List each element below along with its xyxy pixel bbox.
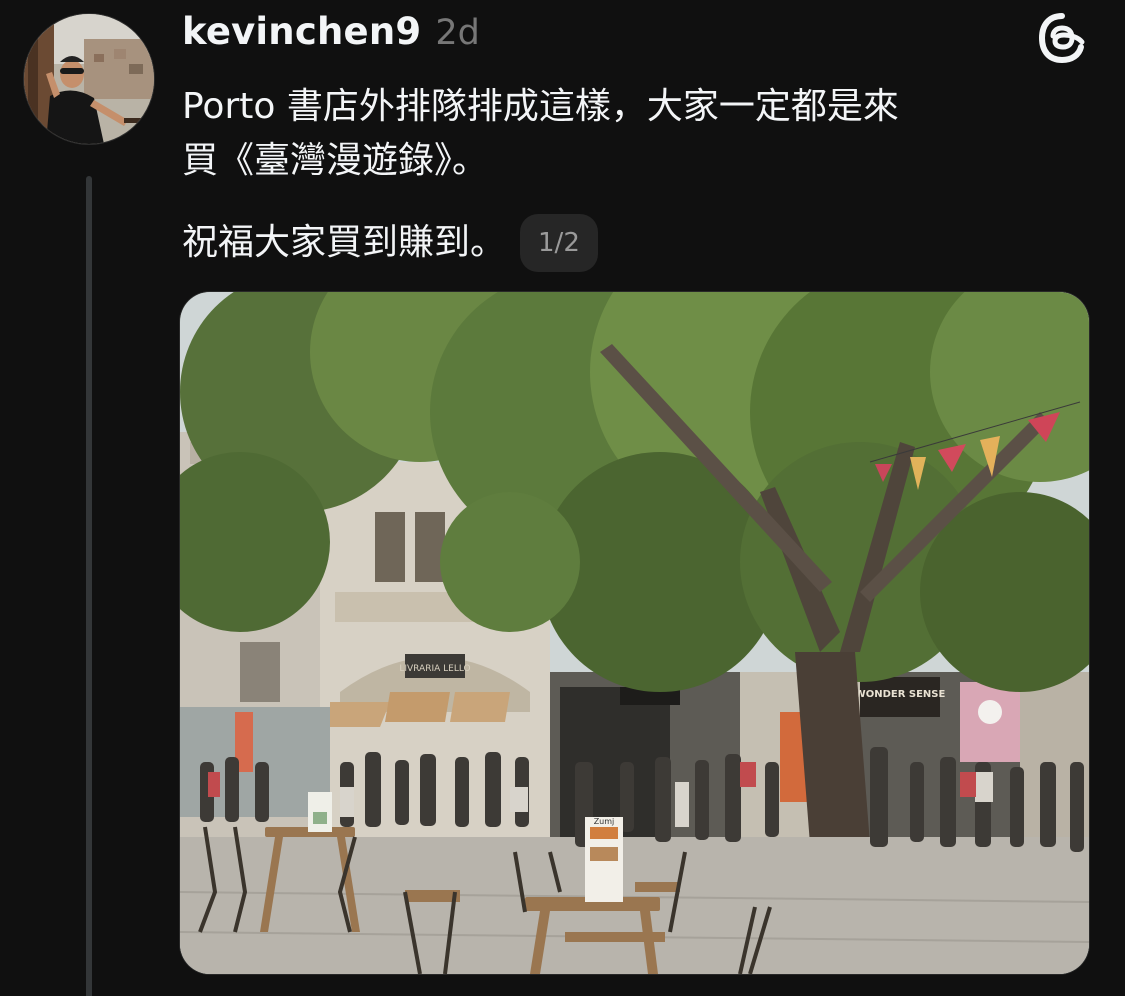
username[interactable]: kevinchen9 — [182, 10, 421, 53]
timestamp[interactable]: 2d — [435, 13, 480, 53]
image-counter-badge: 1/2 — [520, 214, 598, 272]
thread-line — [86, 176, 92, 996]
avatar[interactable] — [24, 14, 154, 144]
threads-logo-icon[interactable] — [1034, 10, 1090, 66]
post-image[interactable]: LIVRARIA LELLO WONDER SENSE Zumj — [180, 292, 1089, 974]
post-text-line-2: 買《臺灣漫遊錄》。 — [182, 140, 489, 181]
post-text-line-1: Porto 書店外排隊排成這樣，大家一定都是來 — [182, 86, 899, 127]
shop-sign-lello: LIVRARIA LELLO — [399, 664, 470, 674]
avatar-image — [24, 14, 154, 144]
menu-board-label: Zumj — [594, 817, 615, 826]
street-scene-photo: LIVRARIA LELLO WONDER SENSE Zumj — [180, 292, 1089, 974]
post-header: kevinchen9 2d — [182, 10, 480, 58]
shop-sign-wonder-sense: WONDER SENSE — [855, 689, 946, 700]
thread-post: kevinchen9 2d Porto 書店外排隊排成這樣，大家一定都是來 買《… — [0, 0, 1125, 996]
post-text-paragraph-2: 祝福大家買到賺到。 — [182, 222, 507, 263]
post-text: Porto 書店外排隊排成這樣，大家一定都是來 買《臺灣漫遊錄》。 — [182, 80, 1082, 188]
post-text-paragraph-2-row: 祝福大家買到賺到。 1/2 — [182, 214, 598, 272]
